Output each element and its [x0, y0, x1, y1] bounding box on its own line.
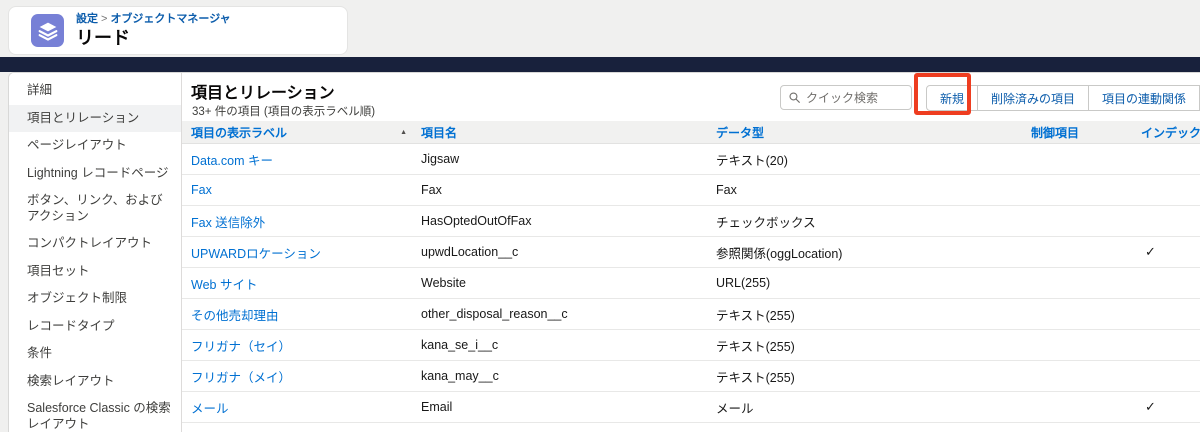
field-type-cell: テキスト(255)	[716, 308, 795, 323]
column-header-label: 項目名	[421, 125, 458, 140]
column-header-label: データ型	[716, 125, 765, 140]
sidebar-item[interactable]: 検索レイアウト	[9, 368, 181, 396]
field-label-link[interactable]: UPWARDロケーション	[191, 247, 321, 261]
column-header-label: 制御項目	[1031, 125, 1080, 140]
sort-asc-arrow-icon: ▲	[400, 128, 407, 136]
field-type-cell: 参照関係(oggLocation)	[716, 246, 843, 261]
column-header-label: 項目の表示ラベル	[191, 125, 288, 140]
field-name-cell: HasOptedOutOfFax	[421, 214, 532, 228]
breadcrumb-object-manager-link[interactable]: オブジェクトマネージャ	[110, 13, 230, 25]
field-type-cell: メール	[716, 401, 754, 416]
table-row: メール Email メール ✓	[182, 392, 1200, 423]
breadcrumb-setup-link[interactable]: 設定	[76, 13, 98, 25]
field-name-cell: other_disposal_reason__c	[421, 307, 568, 321]
sidebar-item[interactable]: 項目とリレーション	[9, 104, 181, 132]
quick-find-box	[780, 85, 912, 110]
table-row: Fax Fax Fax	[182, 175, 1200, 206]
field-label-link[interactable]: Web サイト	[191, 278, 257, 292]
sidebar-item[interactable]: レコードタイプ	[9, 313, 181, 341]
field-label-link[interactable]: メール	[191, 402, 229, 416]
field-name-cell: Jigsaw	[421, 152, 460, 166]
search-icon	[789, 92, 800, 103]
quick-find-input[interactable]	[806, 90, 903, 105]
content-card: 詳細 項目とリレーション ページレイアウト Lightning レコードページ ボタン、…	[8, 72, 1200, 432]
toolbar-button[interactable]: 項目の連動関係	[1088, 85, 1200, 111]
field-label-link[interactable]: その他売却理由	[191, 309, 279, 323]
field-name-cell: Fax	[421, 183, 442, 197]
section-heading: 項目とリレーション	[191, 85, 335, 102]
layers-icon	[31, 14, 64, 47]
column-header[interactable]: データ型	[716, 124, 1031, 141]
field-type-cell: チェックボックス	[716, 429, 1031, 432]
field-type-cell: テキスト(20)	[716, 153, 788, 168]
table-row: その他売却理由 other_disposal_reason__c テキスト(255)	[182, 299, 1200, 330]
object-header-card: 設定 > オブジェクトマネージャ リード	[8, 6, 348, 55]
column-header[interactable]: インデックス化	[1141, 124, 1200, 141]
breadcrumb-separator: >	[101, 12, 108, 25]
sidebar-item[interactable]: Salesforce Classic の検索レイアウト	[9, 395, 181, 432]
column-header[interactable]: 項目名	[421, 124, 716, 141]
column-header[interactable]: 制御項目	[1031, 124, 1141, 141]
field-type-cell: チェックボックス	[716, 215, 816, 230]
table-row: フリガナ（メイ） kana_may__c テキスト(255)	[182, 361, 1200, 392]
field-label-link[interactable]: フリガナ（メイ）	[191, 371, 291, 385]
field-type-cell: Fax	[716, 183, 737, 197]
breadcrumb: 設定 > オブジェクトマネージャ	[76, 13, 231, 26]
table-row: Web サイト Website URL(255)	[182, 268, 1200, 299]
field-label-link[interactable]: Fax	[191, 183, 212, 197]
field-type-cell: テキスト(255)	[716, 370, 795, 385]
field-name-cell: kana_may__c	[421, 369, 499, 383]
field-name-cell: Email	[421, 400, 453, 414]
table-row: メール送信除外HasOptedOutOfEmailチェックボックス	[182, 423, 1200, 432]
table-row: UPWARDロケーション upwdLocation__c 参照関係(oggLocat…	[182, 237, 1200, 268]
column-header[interactable]: 項目の表示ラベル ▲	[191, 124, 421, 141]
toolbar-button-group: 新規削除済みの項目項目の連動関係項目履歴	[926, 85, 1200, 111]
field-name-cell: upwdLocation__c	[421, 245, 519, 259]
sidebar-item[interactable]: ボタン、リンク、およびアクション	[9, 187, 181, 230]
fields-table: 項目の表示ラベル ▲ 項目名 データ型 制御項目 インデックス化 Data.com キー J…	[182, 121, 1200, 432]
toolbar-button[interactable]: 新規	[926, 85, 979, 111]
table-row: Fax 送信除外 HasOptedOutOfFax チェックボックス	[182, 206, 1200, 237]
table-row: Data.com キー Jigsaw テキスト(20)	[182, 144, 1200, 175]
sidebar-item[interactable]: コンパクトレイアウト	[9, 230, 181, 258]
sidebar-item[interactable]: 詳細	[9, 77, 181, 105]
item-count-subtitle: 33+ 件の項目 (項目の表示ラベル順)	[192, 106, 376, 118]
table-header-row: 項目の表示ラベル ▲ 項目名 データ型 制御項目 インデックス化	[182, 121, 1200, 144]
field-label-link[interactable]: Data.com キー	[191, 154, 273, 168]
sidebar-item[interactable]: オブジェクト制限	[9, 285, 181, 313]
checkmark-icon: ✓	[1145, 399, 1156, 414]
column-header-label: インデックス化	[1141, 125, 1200, 140]
sidebar-item[interactable]: 条件	[9, 340, 181, 368]
sidebar-item[interactable]: Lightning レコードページ	[9, 160, 181, 188]
field-name-cell: kana_se_i__c	[421, 338, 499, 352]
page-title: リード	[76, 27, 130, 48]
field-label-link[interactable]: Fax 送信除外	[191, 216, 265, 230]
dark-divider-bar	[0, 57, 1200, 72]
sidebar-item[interactable]: 項目セット	[9, 258, 181, 286]
checkmark-icon: ✓	[1145, 244, 1156, 259]
field-type-cell: テキスト(255)	[716, 339, 795, 354]
field-type-cell: URL(255)	[716, 276, 771, 290]
field-name-cell: Website	[421, 276, 466, 290]
field-label-link[interactable]: フリガナ（セイ）	[191, 340, 291, 354]
object-settings-sidebar: 詳細 項目とリレーション ページレイアウト Lightning レコードページ ボタン、…	[9, 73, 182, 432]
toolbar-button[interactable]: 削除済みの項目	[977, 85, 1090, 111]
table-row: フリガナ（セイ） kana_se_i__c テキスト(255)	[182, 330, 1200, 361]
sidebar-item[interactable]: ページレイアウト	[9, 132, 181, 160]
